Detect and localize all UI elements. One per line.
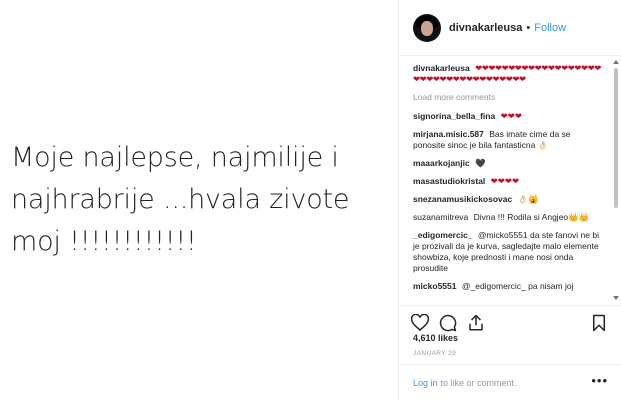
post-header: divnakarleusa • Follow <box>399 0 621 56</box>
comments-scrollbar[interactable] <box>613 60 619 300</box>
likes-count[interactable]: 4,610 likes <box>413 333 458 343</box>
load-more-comments-button[interactable]: Load more comments <box>413 92 603 102</box>
comment-item: _edigomercic_ @micko5551 da ste fanovi n… <box>413 230 603 274</box>
post-image-text: Moje najlepse, najmilije i najhrabrije .… <box>11 142 350 257</box>
header-separator-dot: • <box>526 21 531 34</box>
comment-username[interactable]: suzanamitreva <box>413 212 468 222</box>
scroll-up-arrow-icon[interactable] <box>613 60 619 64</box>
comment-text: 👌🏻🙀 <box>517 194 539 204</box>
avatar[interactable] <box>413 13 441 42</box>
comment-text: ❤❤❤❤ <box>490 176 520 186</box>
comment-item: suzanamitreva Divna !!! Rodila si Angjeo… <box>413 212 603 223</box>
comment-text: Divna !!! Rodila si Angjeo👑👑 <box>473 212 590 222</box>
comment-item: signorina_bella_fina ❤❤❤ <box>413 111 603 122</box>
share-icon[interactable] <box>467 314 485 337</box>
post-date[interactable]: JANUARY 29 <box>413 350 456 357</box>
comment-username[interactable]: mirjana.misic.587 <box>413 129 484 139</box>
scroll-down-arrow-icon[interactable] <box>613 296 619 300</box>
post-side-panel: divnakarleusa • Follow divnakarleusa ❤❤❤… <box>398 0 621 400</box>
login-bar: Log in to like or comment. ••• <box>399 364 621 400</box>
instagram-post: Moje najlepse, najmilije i najhrabrije .… <box>0 0 621 400</box>
bookmark-icon[interactable] <box>591 314 607 337</box>
header-username[interactable]: divnakarleusa <box>449 22 522 34</box>
comment-username[interactable]: snezanamusikickosovac <box>413 194 512 204</box>
follow-button[interactable]: Follow <box>534 22 566 34</box>
comment-username[interactable]: maaarkojanjic <box>413 158 470 168</box>
comment-text: 🖤 <box>475 158 486 168</box>
comment-item: maaarkojanjic 🖤 <box>413 158 603 169</box>
comment-text: ❤❤❤ <box>500 111 522 121</box>
comments-list[interactable]: divnakarleusa ❤❤❤❤❤❤❤❤❤❤❤❤❤❤❤❤❤❤❤❤❤❤❤❤❤❤… <box>399 57 609 303</box>
login-prompt-text: to like or comment. <box>440 377 517 388</box>
more-icon[interactable]: ••• <box>591 374 608 387</box>
comment-username[interactable]: masastudiokristal <box>413 176 485 186</box>
action-bar <box>399 305 621 335</box>
comment-username[interactable]: _edigomercic_ <box>413 230 473 240</box>
caption-username[interactable]: divnakarleusa <box>413 63 470 73</box>
comment-text: @_edigomercic_ pa nisam joj <box>461 281 574 291</box>
avatar-face <box>421 20 433 36</box>
comment-username[interactable]: micko5551 <box>413 281 456 291</box>
comment-item: masastudiokristal ❤❤❤❤ <box>413 176 603 187</box>
comment-item: snezanamusikickosovac 👌🏻🙀 <box>413 194 603 205</box>
caption: divnakarleusa ❤❤❤❤❤❤❤❤❤❤❤❤❤❤❤❤❤❤❤❤❤❤❤❤❤❤… <box>413 63 603 85</box>
comment-item: mirjana.misic.587 Bas imate cime da se p… <box>413 129 603 151</box>
scroll-thumb[interactable] <box>614 68 618 208</box>
comment-item: micko5551 @_edigomercic_ pa nisam joj <box>413 281 603 292</box>
post-image[interactable]: Moje najlepse, najmilije i najhrabrije .… <box>0 0 398 400</box>
comment-username[interactable]: signorina_bella_fina <box>413 111 495 121</box>
login-link[interactable]: Log in <box>413 378 438 388</box>
